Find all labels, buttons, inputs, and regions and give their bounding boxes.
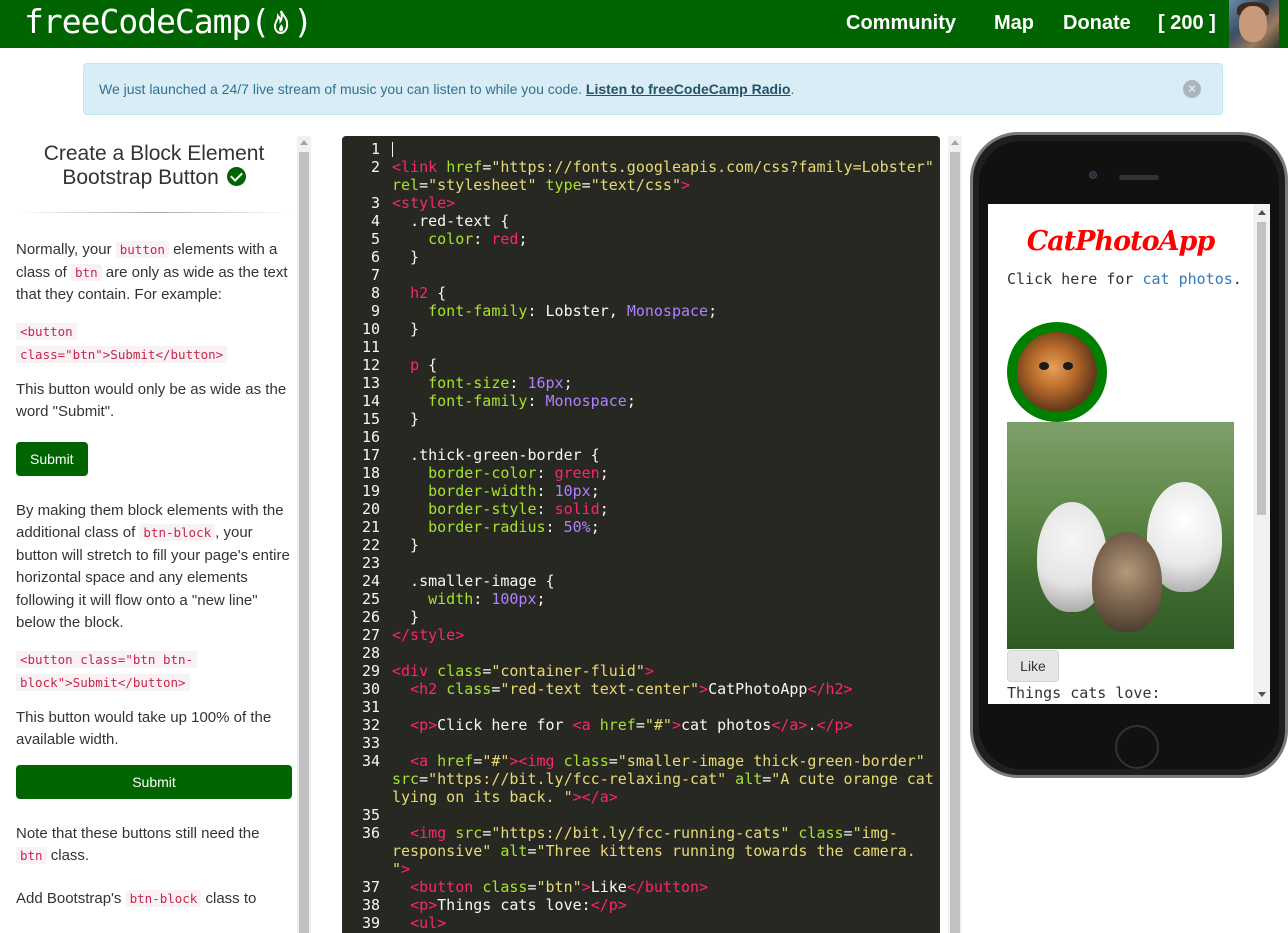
brand-name: freeCodeCamp — [24, 2, 251, 41]
radio-alert: We just launched a 24/7 live stream of m… — [83, 63, 1223, 115]
preview-title: CatPhotoApp — [1026, 226, 1216, 257]
instruction-paragraph: By making them block elements with the a… — [16, 501, 290, 632]
points-counter[interactable]: [ 200 ] — [1158, 12, 1216, 35]
like-button[interactable]: Like — [1007, 650, 1059, 682]
scroll-up-icon[interactable] — [951, 140, 959, 145]
divider — [16, 212, 292, 213]
nav-map[interactable]: Map — [994, 12, 1034, 35]
brand-logo[interactable]: freeCodeCamp ( ) — [24, 2, 313, 41]
relaxing-cat-image[interactable] — [1007, 322, 1107, 422]
avatar[interactable] — [1229, 0, 1279, 48]
instructions-panel: Create a Block Element Bootstrap Button … — [0, 136, 297, 933]
instruction-paragraph: Normally, your button elements with a cl… — [16, 241, 288, 303]
home-button — [1115, 725, 1159, 769]
nav-community[interactable]: Community — [846, 12, 956, 35]
navbar: freeCodeCamp ( ) Community Map Donate [ … — [0, 0, 1288, 48]
code-editor[interactable]: 1 2 <link href="https://fonts.googleapis.… — [342, 136, 940, 933]
cat-photos-link[interactable]: cat photos — [1142, 270, 1232, 288]
radio-link[interactable]: Listen to freeCodeCamp Radio — [586, 81, 791, 97]
text-cursor — [392, 142, 393, 157]
example-block-submit-button[interactable]: Submit — [16, 764, 292, 799]
editor-scrollbar[interactable] — [948, 136, 962, 933]
scroll-up-icon[interactable] — [1258, 210, 1266, 215]
instruction-paragraph: This button would take up 100% of the av… — [16, 708, 272, 749]
example-submit-button[interactable]: Submit — [16, 441, 88, 476]
code-example: <button class="btn">Submit</button> — [16, 320, 292, 366]
challenge-title: Create a Block Element Bootstrap Button — [43, 142, 265, 189]
scroll-down-icon[interactable] — [1258, 692, 1266, 697]
close-icon[interactable]: × — [1183, 80, 1201, 98]
instructions-scrollbar[interactable] — [297, 136, 311, 933]
instruction-paragraph: This button would only be as wide as the… — [16, 380, 287, 421]
flame-icon — [274, 10, 289, 34]
code-example: <button class="btn btn-block">Submit</bu… — [16, 648, 292, 694]
preview-screen: CatPhotoApp Click here for cat photos. L… — [988, 204, 1270, 704]
camera-icon — [1089, 171, 1097, 179]
instruction-paragraph: Add Bootstrap's btn-block class to — [16, 889, 257, 907]
speaker-grille — [1119, 175, 1159, 180]
nav-donate[interactable]: Donate — [1063, 12, 1131, 35]
scroll-up-icon[interactable] — [300, 140, 308, 145]
running-kittens-image — [1007, 422, 1234, 649]
check-icon — [226, 167, 246, 186]
instruction-paragraph: Note that these buttons still need the b… — [16, 824, 260, 864]
things-cats-love: Things cats love: — [1007, 684, 1161, 702]
alert-text: We just launched a 24/7 live stream of m… — [99, 81, 586, 97]
preview-scrollbar[interactable] — [1253, 204, 1270, 704]
preview-paragraph: Click here for cat photos. — [1007, 270, 1242, 288]
